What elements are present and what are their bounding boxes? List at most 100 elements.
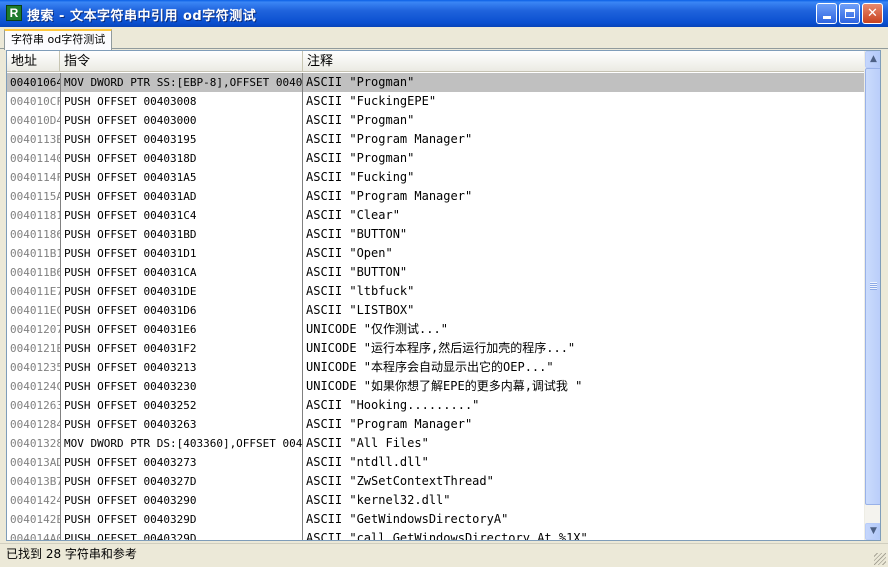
table-row[interactable]: 00401235 PUSH OFFSET 00403213 UNICODE "本程序… xyxy=(7,358,865,377)
instruction-cell: PUSH OFFSET 0040327D xyxy=(64,475,197,488)
close-button[interactable]: ✕ xyxy=(862,3,883,24)
address-cell: 004010D4 xyxy=(10,114,60,127)
instruction-cell: PUSH OFFSET 00403195 xyxy=(64,133,197,146)
comment-cell: ASCII "Hooking........." xyxy=(306,398,480,412)
column-header-address[interactable]: 地址 xyxy=(7,51,60,72)
address-cell: 00401140 xyxy=(10,152,60,165)
instruction-cell: PUSH OFFSET 0040318D xyxy=(64,152,197,165)
comment-cell: UNICODE "如果你想了解EPE的更多内幕,调试我 " xyxy=(306,379,583,393)
strings-list[interactable]: 地址 指令 注释 00401064 MOV DWORD PTR SS:[EBP-8… xyxy=(6,50,881,541)
table-row[interactable]: 00401424 PUSH OFFSET 00403290 ASCII "kerne… xyxy=(7,491,865,510)
comment-cell: ASCII "Clear" xyxy=(306,208,400,222)
scroll-thumb[interactable] xyxy=(865,68,880,505)
instruction-cell: MOV DWORD PTR SS:[EBP-8],OFFSET 0040300( xyxy=(64,76,302,89)
table-row[interactable]: 00401140 PUSH OFFSET 0040318D ASCII "Progm… xyxy=(7,149,865,168)
instruction-cell: PUSH OFFSET 004031E6 xyxy=(64,323,197,336)
address-cell: 004014A0 xyxy=(10,532,60,541)
address-cell: 0040114F xyxy=(10,171,60,184)
comment-cell: UNICODE "仅作测试..." xyxy=(306,322,448,336)
instruction-cell: PUSH OFFSET 00403230 xyxy=(64,380,197,393)
address-cell: 004011B6 xyxy=(10,266,60,279)
window-title: 搜索 - 文本字符串中引用 od字符测试 xyxy=(27,9,257,24)
status-bar: 已找到 28 字符串和参考 xyxy=(0,543,888,567)
instruction-cell: PUSH OFFSET 004031BD xyxy=(64,228,197,241)
vertical-scrollbar[interactable]: ▲ ▼ xyxy=(864,51,880,540)
table-row[interactable]: 004013AD PUSH OFFSET 00403273 ASCII "ntdll… xyxy=(7,453,865,472)
address-cell: 004011EC xyxy=(10,304,60,317)
title-bar[interactable]: R 搜索 - 文本字符串中引用 od字符测试 ✕ xyxy=(0,0,888,27)
comment-cell: ASCII "BUTTON" xyxy=(306,227,408,241)
address-cell: 0040115A xyxy=(10,190,60,203)
instruction-cell: PUSH OFFSET 00403000 xyxy=(64,114,197,127)
comment-cell: ASCII "Progman" xyxy=(306,75,415,89)
address-cell: 004011B1 xyxy=(10,247,60,260)
maximize-icon xyxy=(844,9,855,18)
table-row[interactable]: 00401328 MOV DWORD PTR DS:[403360],OFFSET… xyxy=(7,434,865,453)
address-cell: 0040121E xyxy=(10,342,60,355)
scroll-down-arrow-icon: ▼ xyxy=(870,526,877,536)
instruction-cell: PUSH OFFSET 004031A5 xyxy=(64,171,197,184)
table-row[interactable]: 00401181 PUSH OFFSET 004031C4 ASCII "Clear… xyxy=(7,206,865,225)
table-row[interactable]: 00401263 PUSH OFFSET 00403252 ASCII "Hooki… xyxy=(7,396,865,415)
tab-strings[interactable]: 字符串 od字符测试 xyxy=(4,29,113,50)
table-row[interactable]: 00401064 MOV DWORD PTR SS:[EBP-8],OFFSET … xyxy=(7,73,865,92)
list-header: 地址 指令 注释 xyxy=(7,51,865,72)
comment-cell: ASCII "ltbfuck" xyxy=(306,284,415,298)
instruction-cell: PUSH OFFSET 00403263 xyxy=(64,418,197,431)
address-cell: 004011E7 xyxy=(10,285,60,298)
list-rows: 00401064 MOV DWORD PTR SS:[EBP-8],OFFSET … xyxy=(7,73,865,541)
address-cell: 004010CF xyxy=(10,95,60,108)
table-row[interactable]: 0040124C PUSH OFFSET 00403230 UNICODE "如果你… xyxy=(7,377,865,396)
table-row[interactable]: 0040115A PUSH OFFSET 004031AD ASCII "Progr… xyxy=(7,187,865,206)
table-row[interactable]: 0040113B PUSH OFFSET 00403195 ASCII "Progr… xyxy=(7,130,865,149)
table-row[interactable]: 00401186 PUSH OFFSET 004031BD ASCII "BUTTO… xyxy=(7,225,865,244)
minimize-button[interactable] xyxy=(816,3,837,24)
instruction-cell: PUSH OFFSET 004031F2 xyxy=(64,342,197,355)
table-row[interactable]: 004011E7 PUSH OFFSET 004031DE ASCII "ltbfu… xyxy=(7,282,865,301)
scroll-up-button[interactable]: ▲ xyxy=(865,51,880,68)
address-cell: 00401186 xyxy=(10,228,60,241)
comment-cell: ASCII "BUTTON" xyxy=(306,265,408,279)
address-cell: 0040142E xyxy=(10,513,60,526)
address-cell: 00401424 xyxy=(10,494,60,507)
scroll-up-arrow-icon: ▲ xyxy=(870,54,877,64)
instruction-cell: PUSH OFFSET 004031D6 xyxy=(64,304,197,317)
table-row[interactable]: 004013B7 PUSH OFFSET 0040327D ASCII "ZwSet… xyxy=(7,472,865,491)
column-divider xyxy=(302,73,303,540)
comment-cell: ASCII "Progman" xyxy=(306,151,415,165)
table-row[interactable]: 00401207 PUSH OFFSET 004031E6 UNICODE "仅作测… xyxy=(7,320,865,339)
comment-cell: ASCII "LISTBOX" xyxy=(306,303,415,317)
table-row[interactable]: 004010D4 PUSH OFFSET 00403000 ASCII "Progm… xyxy=(7,111,865,130)
table-row[interactable]: 0040114F PUSH OFFSET 004031A5 ASCII "Fucki… xyxy=(7,168,865,187)
table-row[interactable]: 004011EC PUSH OFFSET 004031D6 ASCII "LISTB… xyxy=(7,301,865,320)
column-divider xyxy=(60,73,61,540)
comment-cell: ASCII "Program Manager" xyxy=(306,189,473,203)
comment-cell: ASCII "Open" xyxy=(306,246,393,260)
scroll-down-button[interactable]: ▼ xyxy=(865,523,880,540)
instruction-cell: PUSH OFFSET 004031DE xyxy=(64,285,197,298)
column-header-comment[interactable]: 注释 xyxy=(303,51,865,72)
app-icon[interactable]: R xyxy=(6,5,22,21)
comment-cell: ASCII "Program Manager" xyxy=(306,132,473,146)
table-row[interactable]: 0040121E PUSH OFFSET 004031F2 UNICODE "运行本… xyxy=(7,339,865,358)
instruction-cell: PUSH OFFSET 00403273 xyxy=(64,456,197,469)
instruction-cell: PUSH OFFSET 00403252 xyxy=(64,399,197,412)
address-cell: 00401263 xyxy=(10,399,60,412)
table-row[interactable]: 004014A0 PUSH OFFSET 0040329D ASCII "call … xyxy=(7,529,865,541)
comment-cell: ASCII "Fucking" xyxy=(306,170,415,184)
table-row[interactable]: 0040142E PUSH OFFSET 0040329D ASCII "GetWi… xyxy=(7,510,865,529)
instruction-cell: PUSH OFFSET 0040329D xyxy=(64,513,197,526)
comment-cell: ASCII "Progman" xyxy=(306,113,415,127)
maximize-button[interactable] xyxy=(839,3,860,24)
address-cell: 004013AD xyxy=(10,456,60,469)
table-row[interactable]: 00401284 PUSH OFFSET 00403263 ASCII "Progr… xyxy=(7,415,865,434)
column-header-instruction[interactable]: 指令 xyxy=(60,51,303,72)
address-cell: 004013B7 xyxy=(10,475,60,488)
address-cell: 00401064 xyxy=(10,76,60,89)
resize-grip-icon[interactable] xyxy=(874,553,886,565)
table-row[interactable]: 004010CF PUSH OFFSET 00403008 ASCII "Fucki… xyxy=(7,92,865,111)
table-row[interactable]: 004011B6 PUSH OFFSET 004031CA ASCII "BUTTO… xyxy=(7,263,865,282)
address-cell: 0040124C xyxy=(10,380,60,393)
status-text: 已找到 28 字符串和参考 xyxy=(6,547,137,561)
table-row[interactable]: 004011B1 PUSH OFFSET 004031D1 ASCII "Open" xyxy=(7,244,865,263)
